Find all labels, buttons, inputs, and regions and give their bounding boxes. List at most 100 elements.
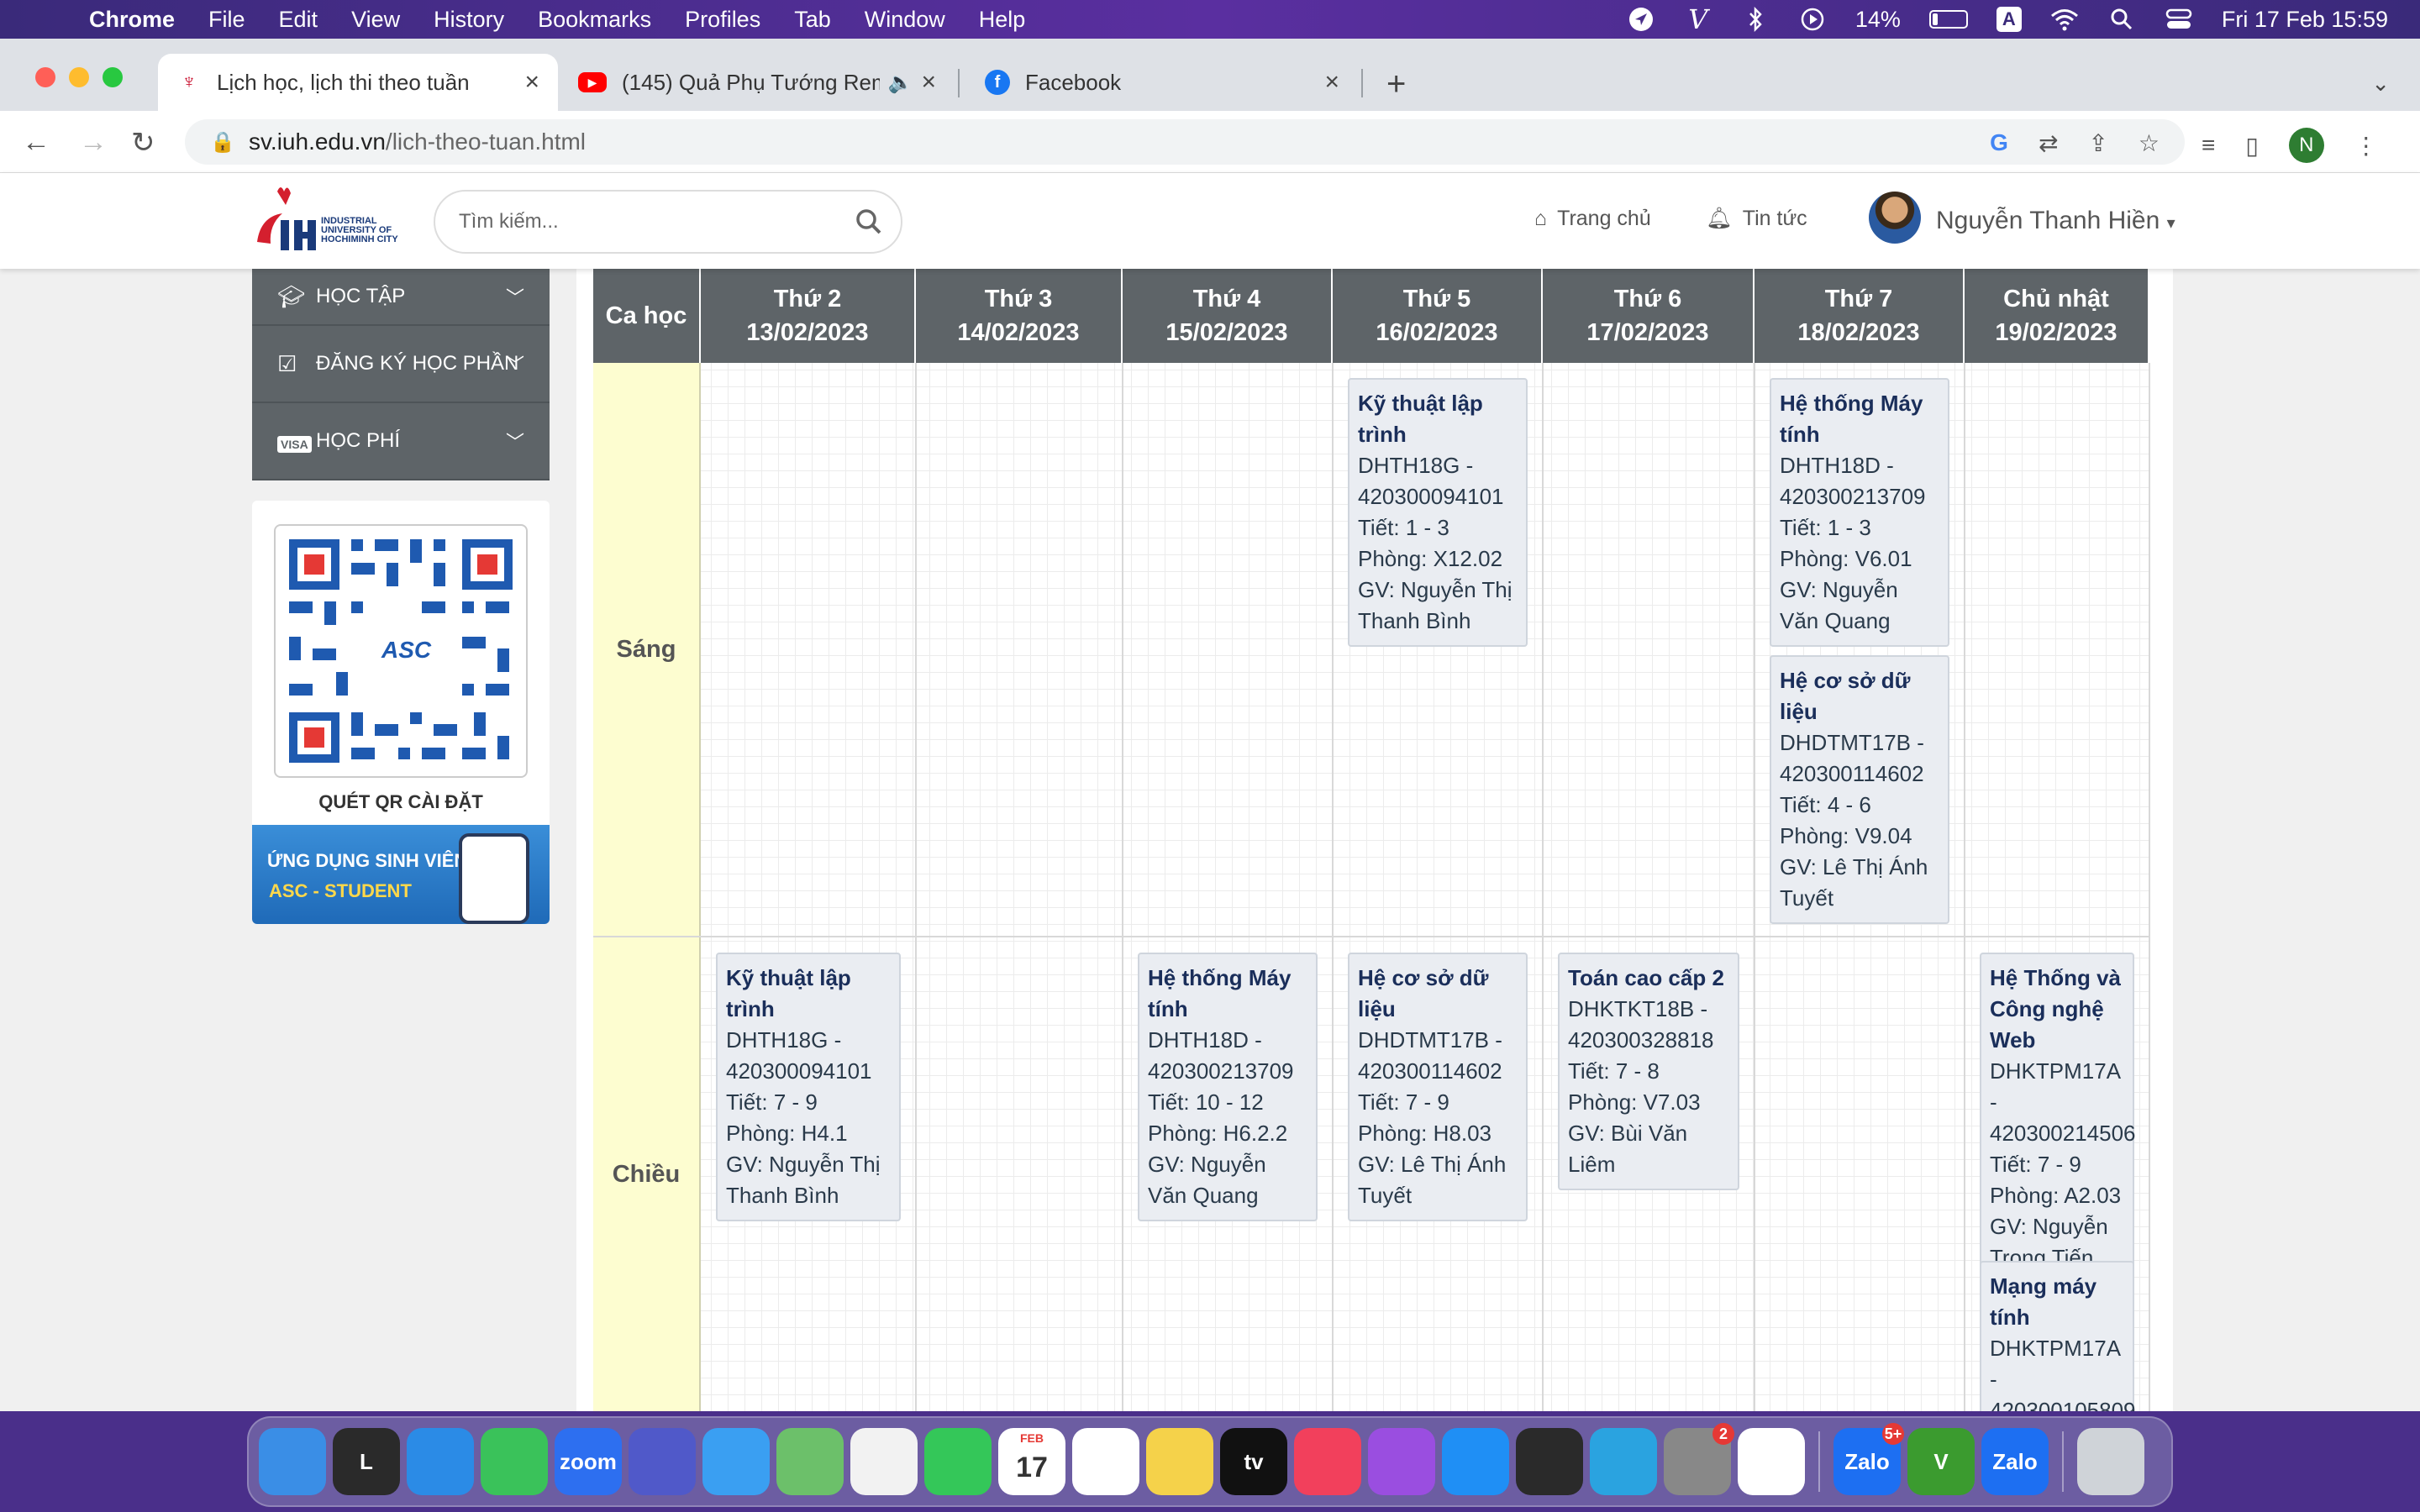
dock-maps-icon[interactable]: [776, 1428, 844, 1495]
google-lens-icon[interactable]: G: [1990, 129, 2008, 157]
class-class: DHDTMT17B -: [1780, 730, 1924, 755]
iuh-logo-mark-icon: [257, 187, 316, 250]
dock-icon-text: L: [360, 1448, 373, 1474]
dock-podcasts-icon[interactable]: [1368, 1428, 1435, 1495]
tab-iuh-schedule[interactable]: ♆ Lịch học, lịch thi theo tuần ×: [158, 54, 558, 111]
class-card[interactable]: Hệ Thống và Công nghệ Web DHKTPM17A - 4203…: [1980, 953, 2136, 1284]
qr-code[interactable]: ASC: [274, 524, 528, 778]
dock-facetime-icon[interactable]: [924, 1428, 992, 1495]
search-placeholder: Tìm kiếm...: [459, 210, 559, 233]
battery-icon[interactable]: [1928, 10, 1968, 29]
bookmark-star-icon[interactable]: ☆: [2139, 129, 2160, 157]
class-card[interactable]: Toán cao cấp 2 DHKTKT18B - 420300328818 Tiế…: [1558, 953, 1739, 1190]
search-icon[interactable]: [855, 208, 882, 242]
sidebar-item-dang-ky-hoc-phan[interactable]: ☑ ĐĂNG KÝ HỌC PHẦN ﹀: [252, 326, 550, 403]
dock-reminders-icon[interactable]: [1072, 1428, 1139, 1495]
iuh-logo[interactable]: INDUSTRIAL UNIVERSITY OF HOCHIMINH CITY: [252, 183, 412, 255]
location-arrow-icon[interactable]: [1627, 7, 1655, 32]
class-period: Tiết: 4 - 6: [1780, 792, 1871, 817]
class-teacher: GV: Nguyễn Thị Thanh Bình: [1358, 577, 1512, 633]
speaker-icon[interactable]: 🔈: [888, 71, 913, 95]
home-link[interactable]: ⌂ Trang chủ: [1534, 207, 1651, 231]
class-card[interactable]: Hệ thống Máy tính DHTH18D - 420300213709 Ti…: [1770, 378, 1949, 647]
menu-file[interactable]: File: [208, 7, 245, 33]
class-name: Hệ thống Máy tính: [1780, 391, 1923, 447]
forward-arrow-icon[interactable]: →: [79, 126, 108, 159]
user-menu[interactable]: Nguyễn Thanh Hiền ▾: [1936, 207, 2175, 235]
class-card[interactable]: Hệ cơ sở dữ liệu DHDTMT17B - 420300114602 T…: [1348, 953, 1528, 1221]
user-avatar[interactable]: [1869, 192, 1921, 244]
tab-youtube[interactable]: ▶ (145) Quả Phụ Tướng Remi 🔈 ×: [560, 54, 955, 111]
dock-icon-text: Zalo: [1844, 1448, 1890, 1474]
dock-league-of-legends-icon[interactable]: L: [333, 1428, 400, 1495]
dock-zalo-2-icon[interactable]: Zalo: [1981, 1428, 2049, 1495]
menu-tab[interactable]: Tab: [794, 7, 831, 33]
close-window-button[interactable]: [35, 67, 55, 87]
spotlight-search-icon[interactable]: [2107, 7, 2136, 32]
dock-music-icon[interactable]: [1294, 1428, 1361, 1495]
dock-vim-icon[interactable]: V: [1907, 1428, 1975, 1495]
menu-app-name[interactable]: Chrome: [89, 7, 175, 33]
side-panel-icon[interactable]: ▯: [2245, 132, 2258, 160]
tab-close-icon[interactable]: ×: [921, 68, 936, 97]
dock-teams-icon[interactable]: [629, 1428, 696, 1495]
profile-avatar[interactable]: N: [2288, 128, 2324, 163]
translate-icon[interactable]: ⇄: [2039, 129, 2058, 157]
menu-view[interactable]: View: [351, 7, 400, 33]
back-arrow-icon[interactable]: ←: [22, 126, 50, 159]
dock-notes-icon[interactable]: [1146, 1428, 1213, 1495]
menu-profiles[interactable]: Profiles: [685, 7, 760, 33]
dock-trash-icon[interactable]: [2077, 1428, 2144, 1495]
dock-photos-icon[interactable]: [850, 1428, 918, 1495]
play-circle-icon[interactable]: [1798, 7, 1827, 32]
class-card[interactable]: Mạng máy tínhDHKTPM17A -420300105809Tiết…: [1980, 1261, 2136, 1411]
sidebar-item-hoc-tap[interactable]: 🎓︎ HỌC TẬP ﹀: [252, 269, 550, 326]
address-bar[interactable]: 🔒 sv.iuh.edu.vn/lich-theo-tuan.html G ⇄ …: [185, 119, 2185, 165]
dock-app-store-icon[interactable]: [1442, 1428, 1509, 1495]
dock-zoom-icon[interactable]: zoom: [555, 1428, 622, 1495]
dock-telegram-icon[interactable]: [1590, 1428, 1657, 1495]
vietnamese-input-icon[interactable]: V: [1684, 3, 1712, 35]
tab-close-icon[interactable]: ×: [524, 68, 539, 97]
bluetooth-icon[interactable]: [1741, 7, 1770, 32]
news-link[interactable]: 🔔︎ Tin tức: [1706, 207, 1807, 231]
menu-window[interactable]: Window: [865, 7, 945, 33]
chrome-menu-icon[interactable]: ⋮: [2354, 132, 2378, 160]
menu-help[interactable]: Help: [979, 7, 1026, 33]
sidebar-item-hoc-phi[interactable]: VISA HỌC PHÍ ﹀: [252, 403, 550, 480]
minimize-window-button[interactable]: [69, 67, 89, 87]
input-source-indicator[interactable]: A: [1996, 7, 2022, 32]
dock-zalo-icon[interactable]: Zalo 5+: [1833, 1423, 1904, 1495]
tab-facebook[interactable]: f Facebook ×: [966, 54, 1358, 111]
class-card[interactable]: Hệ thống Máy tính DHTH18D - 420300213709 Ti…: [1138, 953, 1318, 1221]
browser-toolbar: ← → ↻ 🔒 sv.iuh.edu.vn/lich-theo-tuan.htm…: [0, 111, 2420, 173]
dock-finder-icon[interactable]: [259, 1428, 326, 1495]
asc-student-banner[interactable]: ỨNG DỤNG SINH VIÊN ASC - STUDENT: [252, 825, 550, 924]
tab-close-icon[interactable]: ×: [1324, 68, 1339, 97]
dock-calendar-icon[interactable]: FEB 17: [998, 1428, 1065, 1495]
dock-system-settings-icon[interactable]: 2: [1664, 1423, 1734, 1495]
class-card[interactable]: Hệ cơ sở dữ liệu DHDTMT17B - 420300114602 T…: [1770, 655, 1949, 924]
dock-quicktime-icon[interactable]: [1516, 1428, 1583, 1495]
menu-bookmarks[interactable]: Bookmarks: [538, 7, 651, 33]
reading-list-icon[interactable]: ≡: [2202, 132, 2215, 159]
menu-edit[interactable]: Edit: [279, 7, 318, 33]
control-center-icon[interactable]: [2165, 7, 2193, 32]
dock-apple-tv-icon[interactable]: tv: [1220, 1428, 1287, 1495]
tab-search-chevron-icon[interactable]: ⌄: [2371, 71, 2390, 97]
site-search-input[interactable]: Tìm kiếm...: [434, 190, 902, 254]
zoom-window-button[interactable]: [103, 67, 123, 87]
menu-history[interactable]: History: [434, 7, 504, 33]
class-card[interactable]: Kỹ thuật lập trình DHTH18G - 420300094101 T…: [1348, 378, 1528, 647]
dock-chrome-icon[interactable]: [1738, 1428, 1805, 1495]
dock-messages-icon[interactable]: [481, 1428, 548, 1495]
reload-icon[interactable]: ↻: [131, 126, 155, 160]
share-icon[interactable]: ⇪: [2088, 129, 2107, 157]
class-card[interactable]: Kỹ thuật lập trình DHTH18G - 420300094101 T…: [716, 953, 901, 1221]
dock-mail-icon[interactable]: [702, 1428, 770, 1495]
wifi-icon[interactable]: [2050, 7, 2079, 32]
menubar-clock[interactable]: Fri 17 Feb 15:59: [2222, 7, 2388, 33]
dock-safari-icon[interactable]: [407, 1428, 474, 1495]
lock-icon[interactable]: 🔒: [210, 130, 235, 155]
new-tab-button[interactable]: +: [1386, 66, 1406, 103]
